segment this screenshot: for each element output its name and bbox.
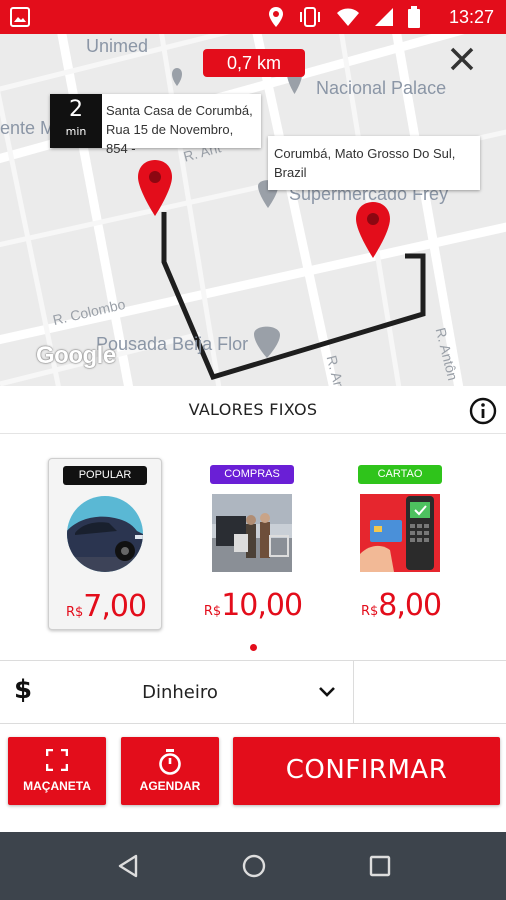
price-value: 8,00	[378, 588, 442, 623]
vibrate-icon	[298, 6, 322, 32]
origin-address: Santa Casa de Corumbá, Rua 15 de Novembr…	[106, 103, 253, 156]
payment-extra-field[interactable]	[354, 661, 506, 725]
payment-method-select[interactable]: Dinheiro	[60, 661, 352, 725]
currency-label: R$	[360, 604, 379, 619]
dollar-icon: $	[14, 675, 33, 705]
eta-unit: min	[65, 125, 87, 138]
fare-price: R$10,00	[196, 588, 310, 623]
google-logo: Google	[36, 342, 116, 369]
recents-icon[interactable]	[366, 852, 394, 880]
fare-badge: COMPRAS	[210, 465, 294, 484]
pagination-dot	[250, 644, 257, 651]
fare-option-popular[interactable]: POPULAR R$7,00	[48, 458, 162, 630]
section-title: VALORES FIXOS	[188, 400, 318, 419]
car-icon	[67, 496, 143, 572]
clock: 13:27	[448, 7, 494, 27]
handle-button[interactable]: MAÇANETA	[8, 737, 106, 805]
system-nav-bar	[0, 832, 506, 900]
confirm-button[interactable]: CONFIRMAR	[233, 737, 500, 805]
battery-icon	[408, 6, 420, 32]
handle-label: MAÇANETA	[23, 779, 91, 793]
wifi-icon	[336, 7, 360, 31]
stopwatch-icon	[158, 749, 182, 779]
fare-option-cartao[interactable]: CARTAO R$8,00	[344, 458, 458, 630]
signal-icon	[374, 7, 394, 31]
fare-price: R$8,00	[344, 588, 458, 623]
fixed-values-header: VALORES FIXOS	[0, 386, 506, 434]
schedule-button[interactable]: AGENDAR	[121, 737, 219, 805]
fare-price: R$7,00	[49, 589, 163, 624]
location-icon	[268, 6, 284, 32]
fare-options: POPULAR R$7,00 COMPRAS R$10,00 CARTAO R$…	[0, 434, 506, 660]
chevron-down-icon	[318, 683, 336, 705]
map-place-label: Unimed	[86, 36, 149, 56]
image-icon	[10, 7, 30, 31]
origin-pin-icon	[138, 160, 172, 220]
payment-method-value: Dinheiro	[142, 682, 218, 703]
currency-label: R$	[65, 605, 84, 620]
price-value: 10,00	[221, 588, 303, 623]
action-bar: MAÇANETA AGENDAR CONFIRMAR	[0, 724, 506, 832]
fare-badge: POPULAR	[63, 466, 147, 485]
fullscreen-icon	[45, 748, 69, 775]
fare-badge: CARTAO	[358, 465, 442, 484]
fare-option-compras[interactable]: COMPRAS R$10,00	[196, 458, 310, 630]
payment-row: $ Dinheiro	[0, 660, 506, 725]
back-icon[interactable]	[114, 852, 142, 880]
schedule-label: AGENDAR	[139, 779, 201, 793]
shopping-photo	[212, 494, 292, 572]
destination-address: Corumbá, Mato Grosso Do Sul, Brazil	[268, 136, 480, 190]
home-icon[interactable]	[240, 852, 268, 880]
route-map[interactable]: Unimed Nacional Palace Supermercado Frey…	[0, 34, 506, 386]
map-place-label: Pousada Beija Flor	[96, 334, 249, 354]
eta-box: 2 min	[50, 94, 102, 148]
eta-value: 2	[69, 97, 83, 122]
info-icon[interactable]	[469, 397, 497, 425]
price-value: 7,00	[83, 589, 147, 624]
close-icon[interactable]	[448, 45, 476, 73]
confirm-label: CONFIRMAR	[285, 755, 448, 785]
distance-badge: 0,7 km	[203, 49, 305, 77]
status-bar: 13:27	[0, 0, 506, 34]
origin-info-window: 2 min Santa Casa de Corumbá, Rua 15 de N…	[50, 94, 261, 156]
destination-pin-icon	[356, 202, 390, 262]
map-place-label: ente M	[0, 118, 56, 138]
map-place-label: Nacional Palace	[316, 78, 447, 98]
currency-label: R$	[203, 604, 222, 619]
card-payment-icon	[360, 494, 440, 572]
